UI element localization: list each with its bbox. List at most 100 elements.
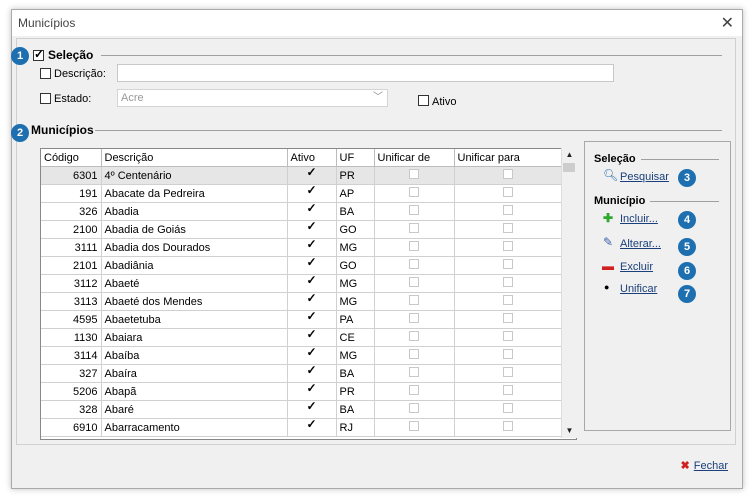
scroll-up-icon[interactable]: ▲	[562, 148, 577, 162]
unchecked-checkbox[interactable]	[502, 367, 513, 377]
table-row[interactable]: 191Abacate da Pedreira AP	[41, 184, 562, 203]
checked-checkbox[interactable]	[307, 383, 317, 396]
estado-checkbox[interactable]	[40, 93, 51, 104]
cell-unificar-para[interactable]	[454, 202, 562, 221]
cell-unificar-de[interactable]	[374, 346, 455, 365]
cell-unificar-de[interactable]	[374, 328, 455, 347]
cell-unificar-para[interactable]	[454, 256, 562, 275]
col-codigo[interactable]: Código	[41, 149, 102, 167]
cell-ativo[interactable]	[287, 220, 337, 239]
table-row[interactable]: 326Abadia BA	[41, 202, 562, 221]
checked-checkbox[interactable]	[307, 221, 317, 234]
close-icon[interactable]: ✕	[721, 13, 734, 33]
table-row[interactable]: 5206Abapã PR	[41, 382, 562, 401]
cell-unificar-para[interactable]	[454, 274, 562, 293]
unchecked-checkbox[interactable]	[502, 169, 513, 179]
cell-unificar-de[interactable]	[374, 184, 455, 203]
cell-ativo[interactable]	[287, 400, 337, 419]
unchecked-checkbox[interactable]	[502, 277, 513, 287]
table-row[interactable]: 4595Abaetetuba PA	[41, 310, 562, 329]
table-row[interactable]: 1130Abaiara CE	[41, 328, 562, 347]
scroll-thumb[interactable]	[563, 163, 575, 172]
cell-unificar-para[interactable]	[454, 346, 562, 365]
cell-ativo[interactable]	[287, 256, 337, 275]
descricao-input[interactable]	[117, 64, 614, 82]
col-ativo[interactable]: Ativo	[287, 149, 337, 167]
unchecked-checkbox[interactable]	[502, 349, 513, 359]
col-unificar-de[interactable]: Unificar de	[374, 149, 455, 167]
unchecked-checkbox[interactable]	[502, 403, 513, 413]
table-row[interactable]: 327Abaíra BA	[41, 364, 562, 383]
scroll-down-icon[interactable]: ▼	[562, 424, 577, 438]
incluir-link[interactable]: Incluir...	[620, 213, 658, 225]
cell-unificar-para[interactable]	[454, 166, 562, 185]
checked-checkbox[interactable]	[307, 203, 317, 216]
unchecked-checkbox[interactable]	[502, 187, 513, 197]
cell-ativo[interactable]	[287, 292, 337, 311]
cell-unificar-de[interactable]	[374, 292, 455, 311]
unchecked-checkbox[interactable]	[409, 385, 419, 395]
table-row[interactable]: 2101Abadiânia GO	[41, 256, 562, 275]
unchecked-checkbox[interactable]	[502, 313, 513, 323]
ativo-checkbox[interactable]	[418, 95, 429, 106]
unchecked-checkbox[interactable]	[409, 277, 419, 287]
cell-ativo[interactable]	[287, 346, 337, 365]
cell-unificar-para[interactable]	[454, 364, 562, 383]
checked-checkbox[interactable]	[307, 311, 317, 324]
cell-unificar-para[interactable]	[454, 184, 562, 203]
table-row[interactable]: 3112Abaeté MG	[41, 274, 562, 293]
col-uf[interactable]: UF	[336, 149, 375, 167]
checked-checkbox[interactable]	[307, 167, 317, 180]
cell-unificar-para[interactable]	[454, 382, 562, 401]
unchecked-checkbox[interactable]	[409, 349, 419, 359]
table-row[interactable]: 328Abaré BA	[41, 400, 562, 419]
cell-unificar-para[interactable]	[454, 310, 562, 329]
municipios-grid[interactable]: Código Descrição Ativo UF Unificar de Un…	[40, 148, 577, 440]
unchecked-checkbox[interactable]	[502, 331, 513, 341]
cell-unificar-de[interactable]	[374, 364, 455, 383]
pesquisar-link[interactable]: Pesquisar	[620, 171, 669, 183]
unchecked-checkbox[interactable]	[409, 313, 419, 323]
unchecked-checkbox[interactable]	[502, 421, 513, 431]
unchecked-checkbox[interactable]	[409, 241, 419, 251]
cell-unificar-para[interactable]	[454, 418, 562, 437]
selecao-checkbox[interactable]	[33, 47, 44, 61]
cell-unificar-de[interactable]	[374, 238, 455, 257]
unchecked-checkbox[interactable]	[409, 331, 419, 341]
cell-ativo[interactable]	[287, 184, 337, 203]
table-row[interactable]: 2100Abadia de Goiás GO	[41, 220, 562, 239]
fechar-button[interactable]: ✖ Fechar	[681, 459, 728, 472]
table-row[interactable]: 3114Abaíba MG	[41, 346, 562, 365]
checked-checkbox[interactable]	[307, 257, 317, 270]
cell-unificar-de[interactable]	[374, 274, 455, 293]
table-row[interactable]: 3113Abaeté dos Mendes MG	[41, 292, 562, 311]
checked-checkbox[interactable]	[307, 185, 317, 198]
table-row[interactable]: 3111Abadia dos Dourados MG	[41, 238, 562, 257]
descricao-checkbox[interactable]	[40, 68, 51, 79]
unificar-link[interactable]: Unificar	[620, 283, 657, 295]
cell-unificar-de[interactable]	[374, 382, 455, 401]
checked-checkbox[interactable]	[307, 401, 317, 414]
table-row[interactable]: 6910Abarracamento RJ	[41, 418, 562, 437]
unchecked-checkbox[interactable]	[409, 421, 419, 431]
checked-checkbox[interactable]	[307, 419, 317, 432]
cell-unificar-de[interactable]	[374, 256, 455, 275]
col-unificar-para[interactable]: Unificar para	[454, 149, 562, 167]
cell-unificar-para[interactable]	[454, 220, 562, 239]
cell-unificar-de[interactable]	[374, 220, 455, 239]
unchecked-checkbox[interactable]	[409, 403, 419, 413]
unchecked-checkbox[interactable]	[409, 259, 419, 269]
cell-unificar-de[interactable]	[374, 202, 455, 221]
cell-ativo[interactable]	[287, 238, 337, 257]
cell-ativo[interactable]	[287, 328, 337, 347]
cell-ativo[interactable]	[287, 382, 337, 401]
checked-checkbox[interactable]	[307, 329, 317, 342]
unchecked-checkbox[interactable]	[409, 295, 419, 305]
cell-ativo[interactable]	[287, 166, 337, 185]
checked-checkbox[interactable]	[307, 347, 317, 360]
cell-ativo[interactable]	[287, 364, 337, 383]
unchecked-checkbox[interactable]	[502, 241, 513, 251]
grid-scrollbar[interactable]: ▲ ▼	[561, 148, 577, 438]
table-row[interactable]: 63014º Centenário PR	[41, 166, 562, 185]
unchecked-checkbox[interactable]	[409, 205, 419, 215]
